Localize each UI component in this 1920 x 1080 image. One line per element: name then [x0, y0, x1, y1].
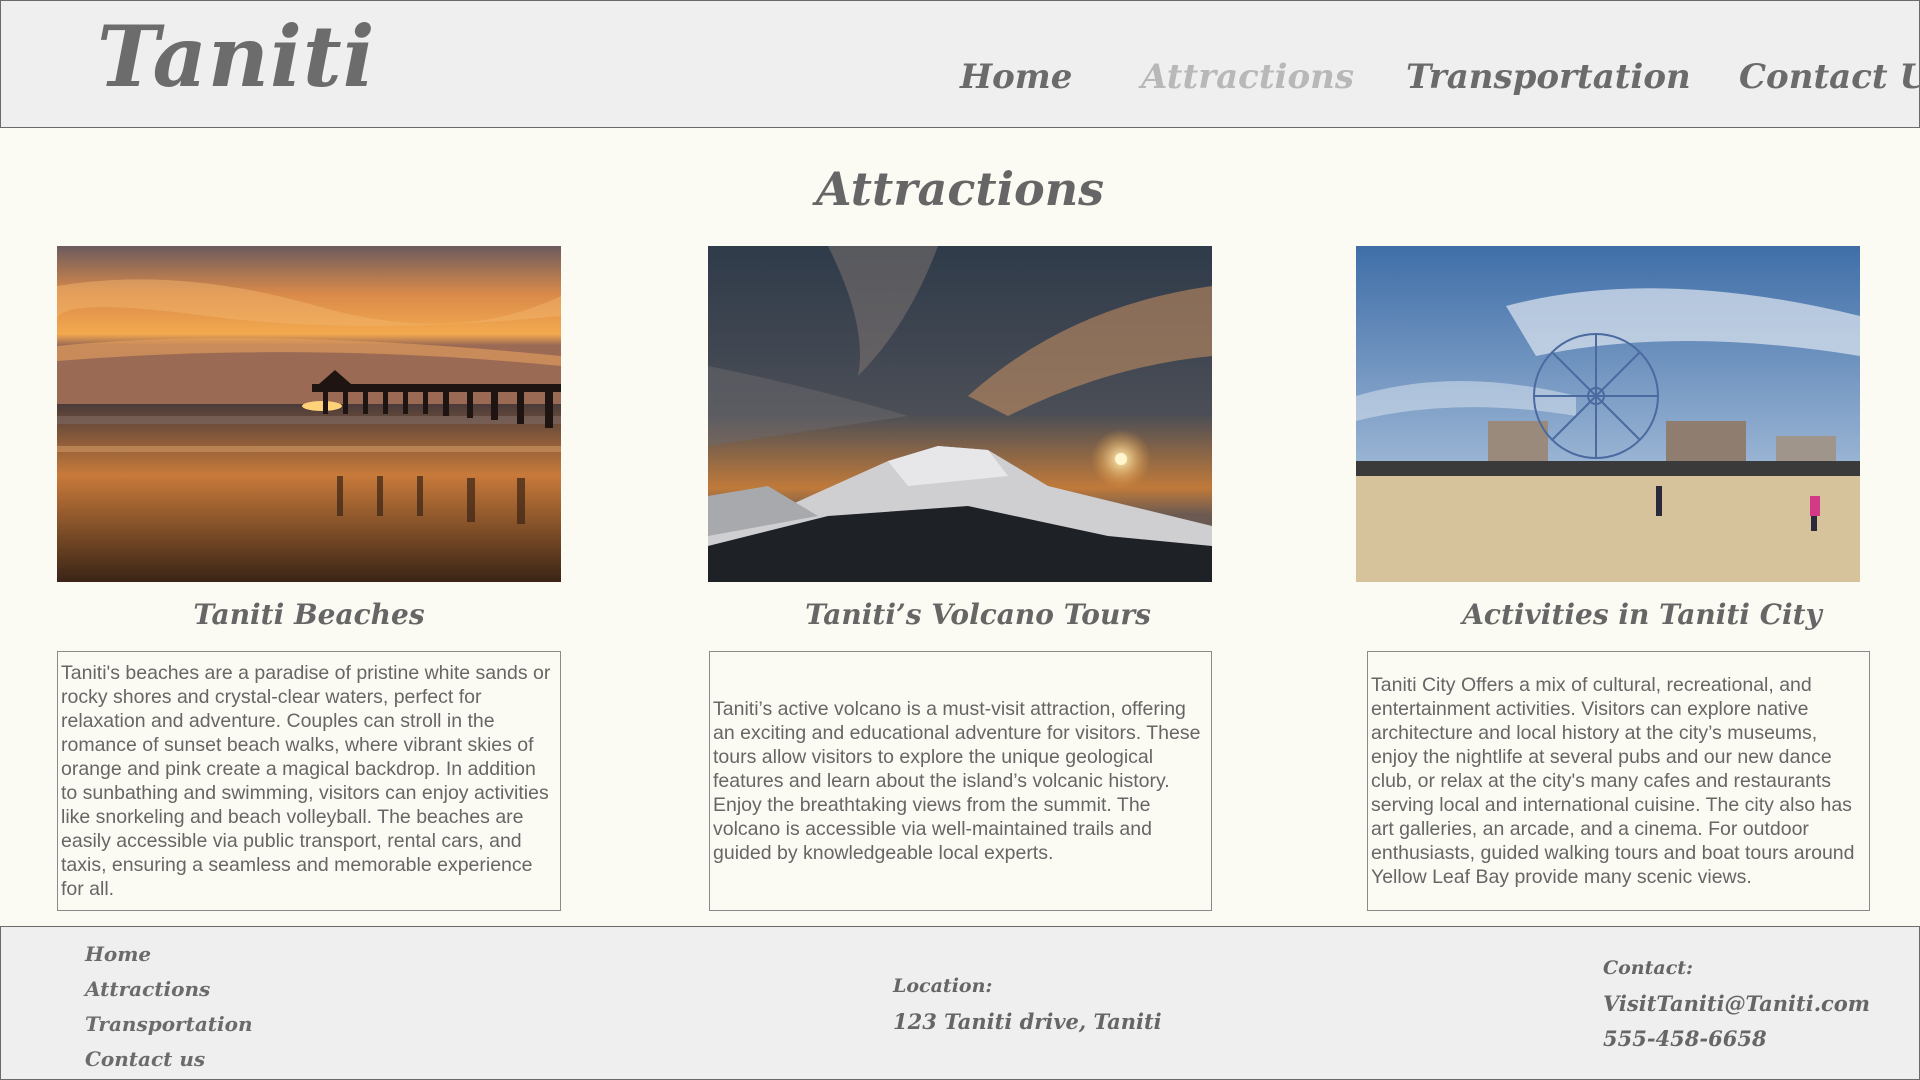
site-logo[interactable]: Taniti	[97, 15, 376, 99]
card-title-city: Activities in Taniti City	[1462, 598, 1822, 631]
card-title-volcano: Taniti’s Volcano Tours	[805, 598, 1151, 631]
card-desc-city-text: Taniti City Offers a mix of cultural, re…	[1371, 674, 1855, 888]
site-header: Taniti Home Attractions Transportation C…	[0, 0, 1920, 128]
card-desc-beaches-text: Taniti's beaches are a paradise of prist…	[61, 662, 551, 900]
contact-label: Contact:	[1603, 957, 1694, 979]
footer-link-home[interactable]: Home	[85, 937, 253, 972]
card-title-beaches: Taniti Beaches	[193, 598, 425, 631]
nav-attractions[interactable]: Attractions	[1141, 58, 1354, 96]
city-photo	[1356, 246, 1860, 582]
footer-link-attractions[interactable]: Attractions	[85, 972, 253, 1007]
card-desc-volcano: Taniti’s active volcano is a must-visit …	[709, 651, 1212, 911]
nav-contact-us[interactable]: Contact Us	[1739, 58, 1920, 96]
footer-contact: Contact: VisitTaniti@Taniti.com 555-458-…	[1603, 951, 1870, 1056]
location-label: Location:	[893, 975, 993, 997]
footer-link-transportation[interactable]: Transportation	[85, 1007, 253, 1042]
contact-email[interactable]: VisitTaniti@Taniti.com	[1603, 986, 1870, 1021]
footer-location: Location: 123 Taniti drive, Taniti	[893, 969, 1162, 1039]
card-desc-beaches: Taniti's beaches are a paradise of prist…	[57, 651, 561, 911]
card-desc-city: Taniti City Offers a mix of cultural, re…	[1367, 651, 1870, 911]
nav-transportation[interactable]: Transportation	[1406, 58, 1691, 96]
volcano-photo	[708, 246, 1212, 582]
nav-home[interactable]: Home	[960, 58, 1072, 96]
page-title: Attractions	[815, 162, 1105, 216]
footer-link-contact[interactable]: Contact us	[85, 1042, 253, 1077]
location-address: 123 Taniti drive, Taniti	[893, 1009, 1162, 1034]
contact-phone: 555-458-6658	[1603, 1026, 1767, 1051]
card-desc-volcano-text: Taniti’s active volcano is a must-visit …	[713, 698, 1201, 864]
footer-nav: Home Attractions Transportation Contact …	[85, 937, 253, 1077]
site-footer: Home Attractions Transportation Contact …	[0, 926, 1920, 1080]
beach-photo	[57, 246, 561, 582]
